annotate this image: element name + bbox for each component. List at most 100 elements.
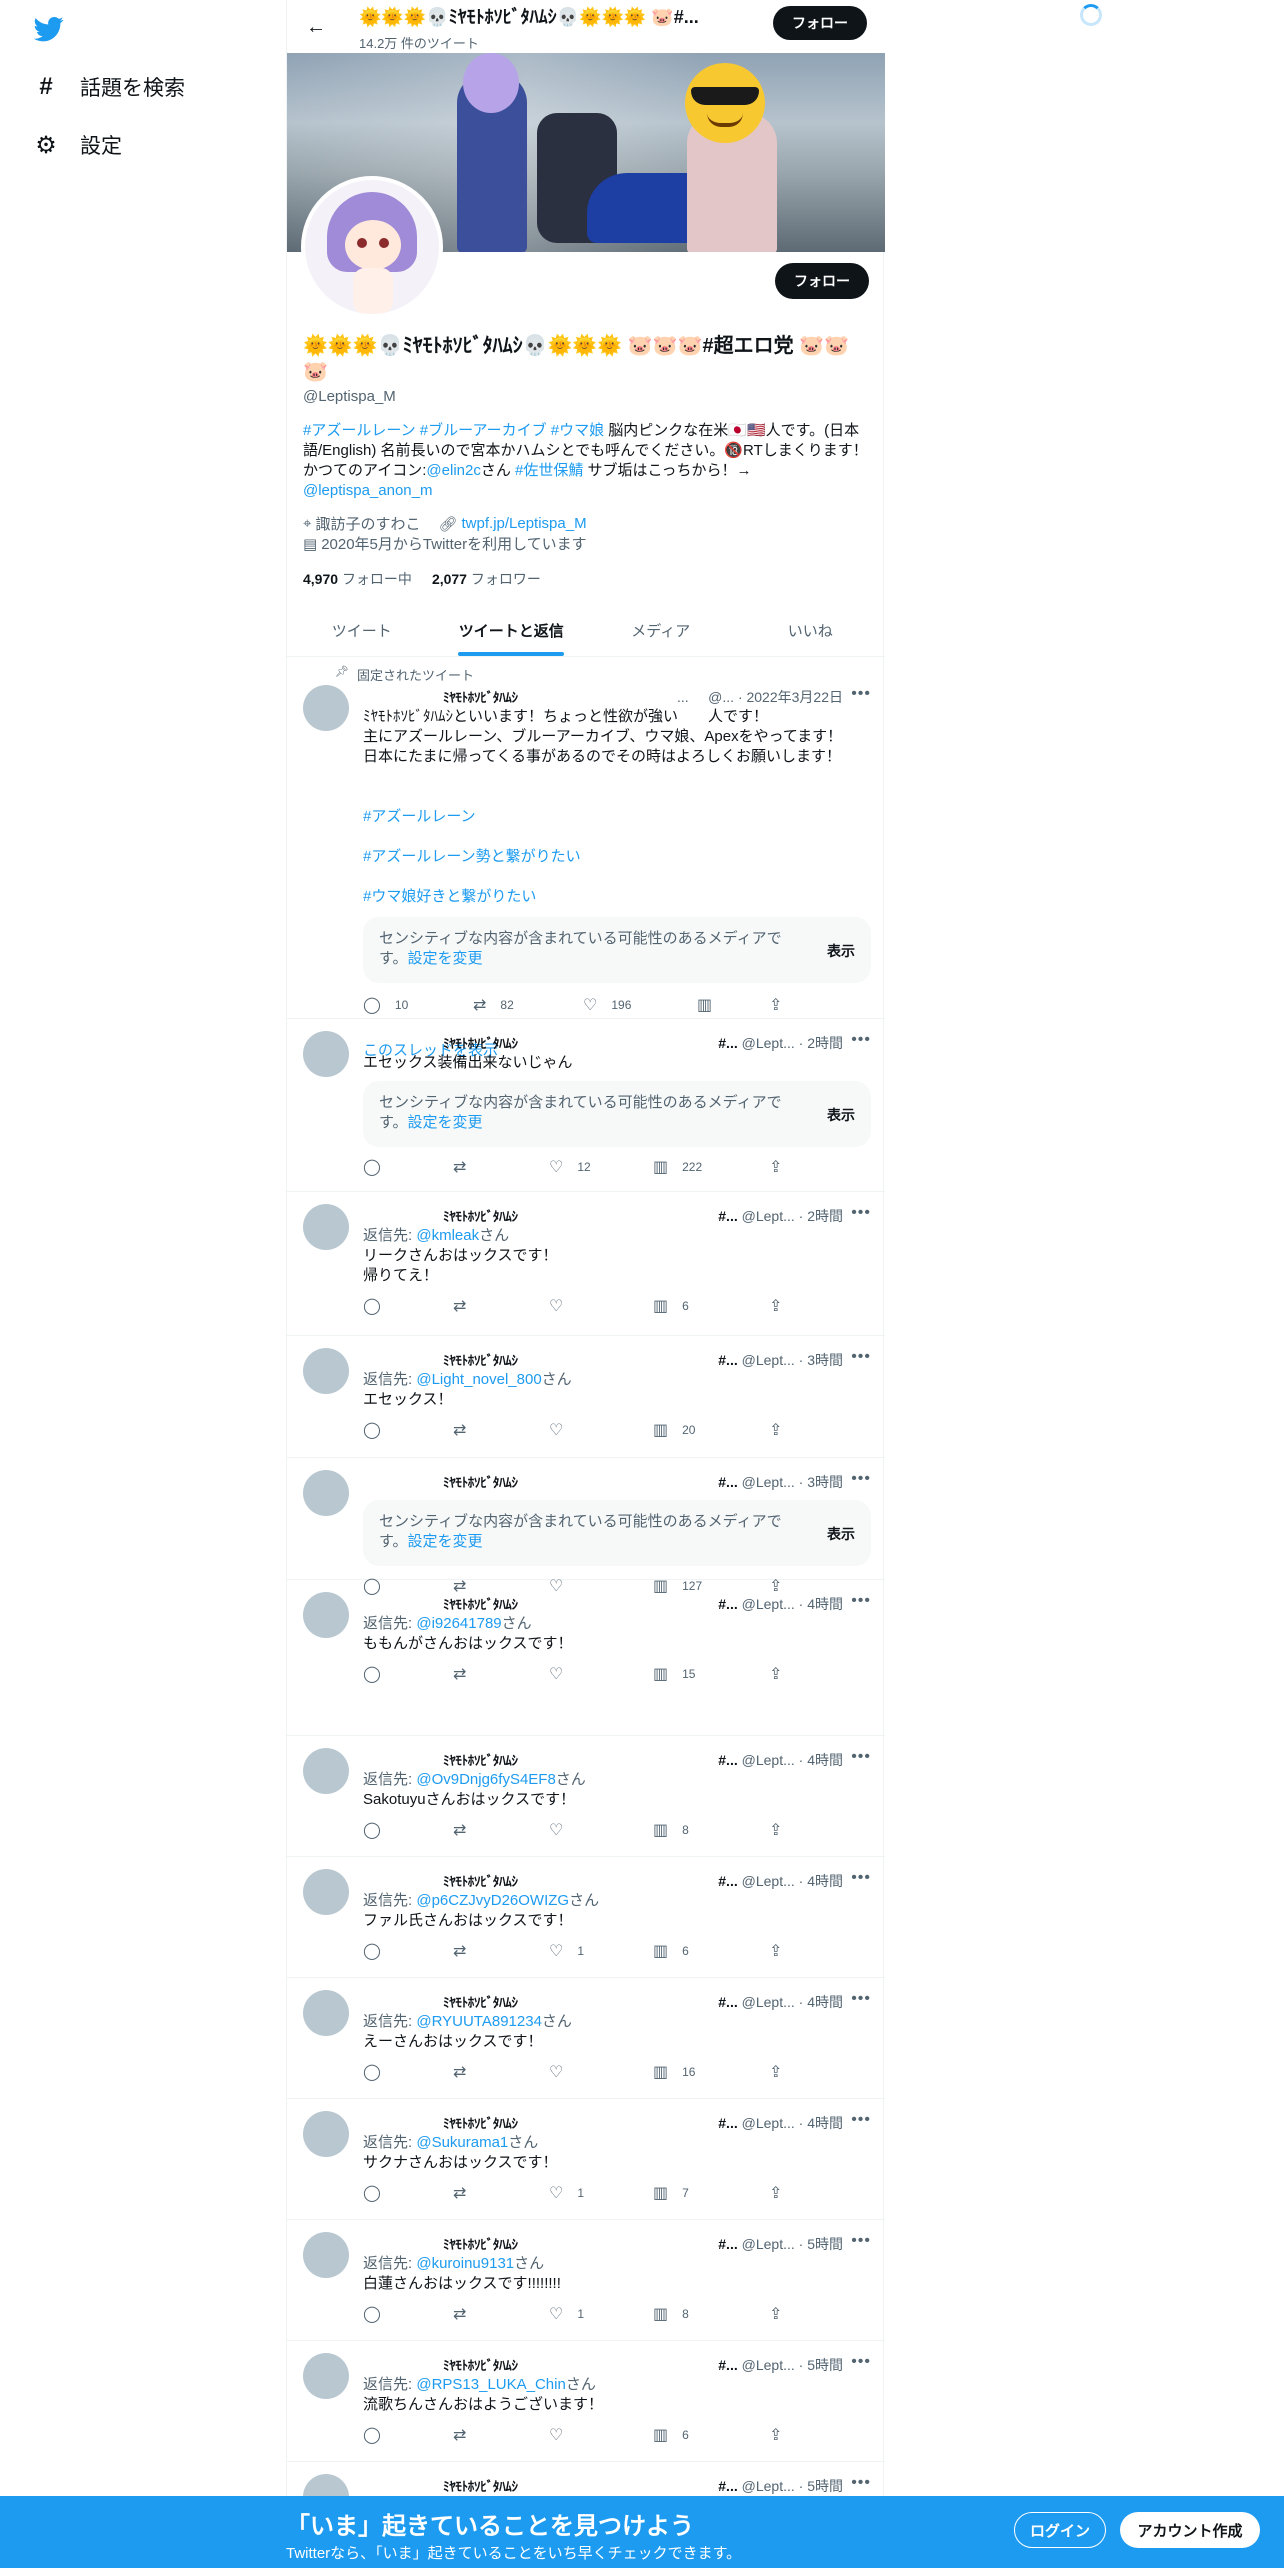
share-button[interactable]: ⇪: [769, 995, 782, 1015]
views-button[interactable]: ▥ 16: [653, 2062, 695, 2082]
more-icon[interactable]: •••: [851, 1470, 871, 1488]
author-name[interactable]: ﾐﾔﾓﾄﾎｿﾋﾞﾀﾊﾑｼ: [443, 2355, 518, 2374]
author-name[interactable]: ﾐﾔﾓﾄﾎｿﾋﾞﾀﾊﾑｼ: [443, 2113, 518, 2132]
like-button[interactable]: ♡ 1: [549, 2183, 584, 2203]
tab-likes[interactable]: いいね: [736, 604, 886, 656]
avatar[interactable]: [303, 685, 349, 731]
views-button[interactable]: ▥ 15: [653, 1664, 695, 1684]
author-name[interactable]: ﾐﾔﾓﾄﾎｿﾋﾞﾀﾊﾑｼ: [443, 1594, 518, 1613]
reply-button[interactable]: ◯: [363, 1420, 395, 1440]
change-settings-link[interactable]: 設定を変更: [408, 1533, 483, 1550]
tweet-time[interactable]: · 4時間: [799, 1994, 843, 2010]
reply-to-link[interactable]: @RYUUTA891234: [416, 2013, 542, 2030]
tab-tweets-and-replies[interactable]: ツイートと返信: [437, 604, 587, 656]
twitter-bird-icon[interactable]: [34, 14, 64, 44]
bio-mention-link[interactable]: @elin2c: [426, 462, 480, 479]
author-name[interactable]: ﾐﾔﾓﾄﾎｿﾋﾞﾀﾊﾑｼ: [443, 1750, 518, 1769]
reply-button[interactable]: ◯: [363, 1941, 395, 1961]
reply-to-link[interactable]: @RPS13_LUKA_Chin: [416, 2376, 565, 2393]
header-follow-button[interactable]: フォロー: [773, 6, 867, 40]
views-button[interactable]: ▥ 8: [653, 1820, 689, 1840]
tweet[interactable]: ﾐﾔﾓﾄﾎｿﾋﾞﾀﾊﾑｼ #... @Lept... · 4時間 ••• 返信先: @…: [287, 1580, 885, 1736]
more-icon[interactable]: •••: [851, 1204, 871, 1222]
website-link[interactable]: twpf.jp/Leptispa_M: [462, 515, 587, 532]
like-button[interactable]: ♡ 1: [549, 2304, 584, 2324]
views-button[interactable]: ▥ 6: [653, 1941, 689, 1961]
author-name[interactable]: ﾐﾔﾓﾄﾎｿﾋﾞﾀﾊﾑｼ: [443, 2476, 518, 2495]
retweet-button[interactable]: ⇄ 82: [473, 995, 514, 1015]
like-button[interactable]: ♡ 196: [583, 995, 631, 1015]
author-name[interactable]: ﾐﾔﾓﾄﾎｿﾋﾞﾀﾊﾑｼ: [443, 1033, 518, 1052]
bio-hashtags[interactable]: #アズールレーン #ブルーアーカイブ #ウマ娘: [303, 422, 604, 439]
views-button[interactable]: ▥ 6: [653, 1296, 689, 1316]
reply-button[interactable]: ◯: [363, 1157, 395, 1177]
author-name[interactable]: ﾐﾔﾓﾄﾎｿﾋﾞﾀﾊﾑｼ: [443, 1992, 518, 2011]
like-button[interactable]: ♡: [549, 1664, 577, 1684]
tweet-time[interactable]: · 4時間: [799, 1596, 843, 1612]
tweet[interactable]: ﾐﾔﾓﾄﾎｿﾋﾞﾀﾊﾑｼ #... @Lept... · 2時間 ••• エセックス装…: [287, 1019, 885, 1192]
avatar[interactable]: [303, 1204, 349, 1250]
more-icon[interactable]: •••: [851, 1748, 871, 1766]
retweet-button[interactable]: ⇄: [453, 1420, 480, 1440]
reply-to-link[interactable]: @i92641789: [416, 1615, 501, 1632]
tweet-time[interactable]: · 5時間: [799, 2236, 843, 2252]
retweet-button[interactable]: ⇄: [453, 1820, 480, 1840]
more-icon[interactable]: •••: [851, 2111, 871, 2129]
avatar[interactable]: [303, 1348, 349, 1394]
views-button[interactable]: ▥ 20: [653, 1420, 695, 1440]
hashtag-link[interactable]: #アズールレーン: [363, 808, 476, 825]
hashtag-link[interactable]: #アズールレーン勢と繋がりたい: [363, 848, 581, 865]
tweet[interactable]: ﾐﾔﾓﾄﾎｿﾋﾞﾀﾊﾑｼ #... @Lept... · 5時間 ••• 返信先: @…: [287, 2341, 885, 2462]
reply-to-link[interactable]: @p6CZJvyD26OWIZG: [416, 1892, 569, 1909]
tweet-time[interactable]: · 2022年3月22日: [738, 689, 843, 705]
views-button[interactable]: ▥ 7: [653, 2183, 689, 2203]
share-button[interactable]: ⇪: [769, 2304, 782, 2324]
tweet-time[interactable]: · 3時間: [799, 1474, 843, 1490]
tweet[interactable]: ﾐﾔﾓﾄﾎｿﾋﾞﾀﾊﾑｼ #... @Lept... · 5時間 ••• 返信先: @…: [287, 2220, 885, 2341]
tweet[interactable]: ﾐﾔﾓﾄﾎｿﾋﾞﾀﾊﾑｼ #... @Lept... · 4時間 ••• 返信先: @…: [287, 2099, 885, 2220]
share-button[interactable]: ⇪: [769, 2062, 782, 2082]
bio-hashtag-link[interactable]: #佐世保鯖: [515, 462, 583, 479]
show-media-button[interactable]: 表示: [827, 941, 855, 961]
avatar[interactable]: [303, 1748, 349, 1794]
tweet-time[interactable]: · 5時間: [799, 2478, 843, 2494]
like-button[interactable]: ♡: [549, 1820, 577, 1840]
reply-button[interactable]: ◯: [363, 1296, 395, 1316]
retweet-button[interactable]: ⇄: [453, 1296, 480, 1316]
avatar[interactable]: [303, 2232, 349, 2278]
website[interactable]: 🔗︎ twpf.jp/Leptispa_M: [438, 515, 586, 533]
reply-button[interactable]: ◯ 10: [363, 995, 408, 1015]
more-icon[interactable]: •••: [851, 2353, 871, 2371]
tweet[interactable]: ﾐﾔﾓﾄﾎｿﾋﾞﾀﾊﾑｼ #... @Lept... · 4時間 ••• 返信先: @…: [287, 1978, 885, 2099]
author-name[interactable]: ﾐﾔﾓﾄﾎｿﾋﾞﾀﾊﾑｼ: [443, 1206, 518, 1225]
retweet-button[interactable]: ⇄: [453, 1157, 480, 1177]
tab-media[interactable]: メディア: [586, 604, 736, 656]
show-media-button[interactable]: 表示: [827, 1524, 855, 1544]
reply-button[interactable]: ◯: [363, 2183, 395, 2203]
profile-avatar[interactable]: [301, 176, 443, 318]
avatar[interactable]: [303, 2111, 349, 2157]
like-button[interactable]: ♡ 12: [549, 1157, 591, 1177]
share-button[interactable]: ⇪: [769, 1664, 782, 1684]
more-icon[interactable]: •••: [851, 1031, 871, 1049]
author-name[interactable]: ﾐﾔﾓﾄﾎｿﾋﾞﾀﾊﾑｼ: [443, 2234, 518, 2253]
author-name[interactable]: ﾐﾔﾓﾄﾎｿﾋﾞﾀﾊﾑｼ: [443, 1871, 518, 1890]
reply-button[interactable]: ◯: [363, 2304, 395, 2324]
reply-to-link[interactable]: @kuroinu9131: [416, 2255, 514, 2272]
tweet[interactable]: ﾐﾔﾓﾄﾎｿﾋﾞﾀﾊﾑｼ #... @Lept... · 2時間 ••• 返信先: @…: [287, 1192, 885, 1336]
like-button[interactable]: ♡: [549, 2425, 577, 2445]
avatar[interactable]: [303, 1990, 349, 2036]
more-icon[interactable]: •••: [851, 1869, 871, 1887]
sidebar-item-settings[interactable]: ⚙ 設定: [34, 125, 122, 165]
tweet-time[interactable]: · 4時間: [799, 1752, 843, 1768]
follow-button[interactable]: フォロー: [775, 263, 869, 299]
reply-button[interactable]: ◯: [363, 1820, 395, 1840]
login-button[interactable]: ログイン: [1014, 2512, 1106, 2548]
like-button[interactable]: ♡ 1: [549, 1941, 584, 1961]
tweet[interactable]: ﾐﾔﾓﾄﾎｿﾋﾞﾀﾊﾑｼ #... @Lept... · 3時間 ••• 返信先: @…: [287, 1336, 885, 1458]
avatar[interactable]: [303, 1031, 349, 1077]
views-button[interactable]: ▥ 8: [653, 2304, 689, 2324]
change-settings-link[interactable]: 設定を変更: [408, 950, 483, 967]
more-icon[interactable]: •••: [851, 2232, 871, 2250]
tab-tweets[interactable]: ツイート: [287, 604, 437, 656]
